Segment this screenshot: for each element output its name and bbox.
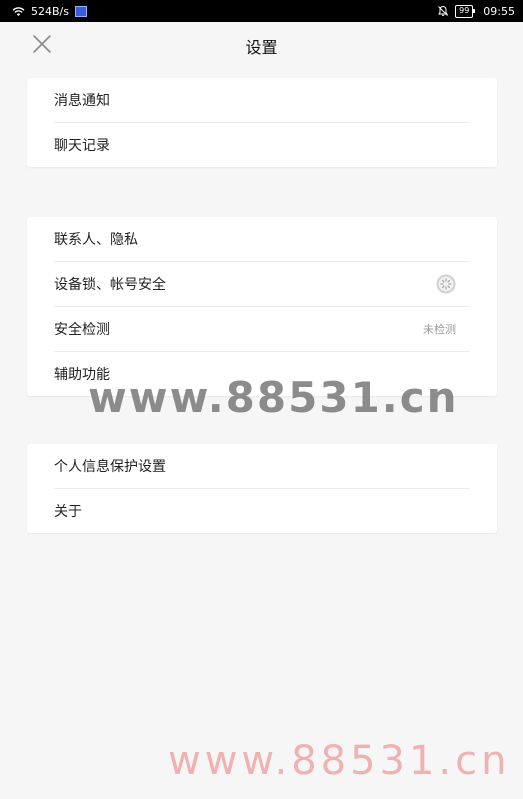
- settings-item-accessibility[interactable]: 辅助功能: [54, 352, 470, 396]
- settings-item-label: 消息通知: [54, 93, 110, 109]
- bell-muted-icon: [437, 5, 449, 17]
- wifi-icon: [12, 6, 25, 17]
- settings-item-about[interactable]: 关于: [54, 489, 470, 533]
- settings-item-label: 辅助功能: [54, 367, 110, 383]
- settings-item-label: 联系人、隐私: [54, 232, 138, 248]
- settings-item-security-check[interactable]: 安全检测 未检测: [54, 307, 470, 352]
- page-header: 设置: [0, 22, 523, 66]
- security-check-status: 未检测: [423, 323, 456, 336]
- settings-group-1: 消息通知 聊天记录: [27, 78, 497, 167]
- page-title: 设置: [245, 38, 278, 57]
- network-speed: 524B/s: [31, 4, 69, 18]
- status-bar: 524B/s 99 09:55: [0, 0, 523, 22]
- settings-item-personal-info-protection[interactable]: 个人信息保护设置: [54, 444, 470, 489]
- clock: 09:55: [483, 4, 515, 18]
- battery-indicator: 99: [455, 4, 476, 18]
- settings-group-2: 联系人、隐私 设备锁、帐号安全 安全检测 未检测 辅助功能: [27, 217, 497, 396]
- settings-item-label: 安全检测: [54, 322, 110, 338]
- settings-item-label: 个人信息保护设置: [54, 459, 166, 475]
- settings-item-contacts-privacy[interactable]: 联系人、隐私: [54, 217, 470, 262]
- settings-item-device-lock-account-security[interactable]: 设备锁、帐号安全: [54, 262, 470, 307]
- loading-spinner-icon: [436, 274, 456, 294]
- settings-item-label: 关于: [54, 504, 82, 520]
- watermark-text-bottom: www.88531.cn: [168, 738, 511, 784]
- settings-group-3: 个人信息保护设置 关于: [27, 444, 497, 533]
- settings-item-message-notification[interactable]: 消息通知: [54, 78, 470, 123]
- app-notification-icon: [74, 5, 87, 17]
- settings-item-label: 聊天记录: [54, 138, 110, 154]
- settings-item-label: 设备锁、帐号安全: [54, 277, 166, 293]
- settings-item-chat-history[interactable]: 聊天记录: [54, 123, 470, 167]
